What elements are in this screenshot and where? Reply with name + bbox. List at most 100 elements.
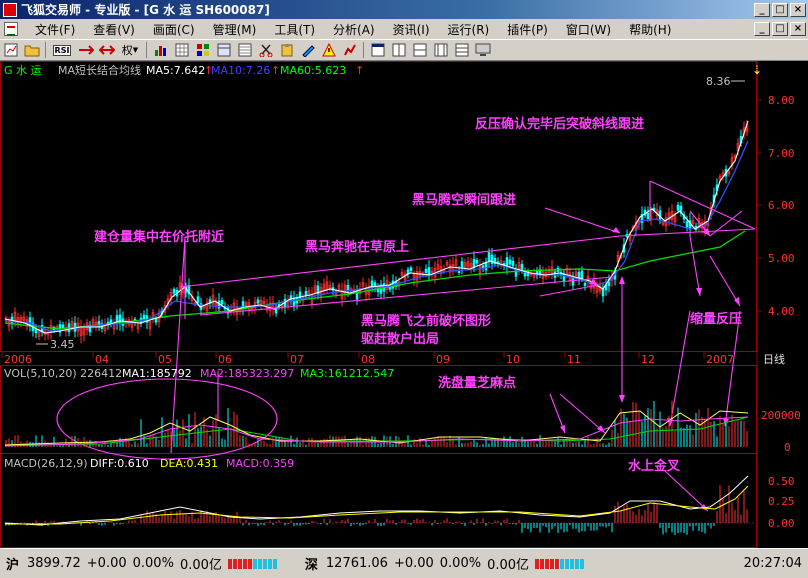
split-h-icon[interactable] <box>411 42 428 59</box>
swap-icon[interactable] <box>77 42 94 59</box>
candle-body <box>505 257 509 267</box>
sz-label: 深 <box>304 558 318 573</box>
candle-body <box>487 252 491 262</box>
folder-icon[interactable] <box>23 42 40 59</box>
candle-body <box>118 314 122 324</box>
volume-label: VOL(5,10,20) 226412 <box>4 367 122 380</box>
monitor-icon[interactable] <box>474 42 491 59</box>
close-button[interactable]: × <box>790 2 806 17</box>
macd-dea-line <box>5 485 749 525</box>
candle-body <box>571 277 575 286</box>
menu-plugins[interactable]: 插件(P) <box>498 21 557 38</box>
y-axis-label: 6.00 <box>768 199 795 212</box>
candle-body <box>508 259 512 265</box>
menu-manage[interactable]: 管理(M) <box>204 21 266 38</box>
candle-body <box>409 267 413 271</box>
vol-ma2: MA2:185323.297 <box>200 367 294 380</box>
draw-icon[interactable] <box>299 42 316 59</box>
arrows-icon[interactable] <box>98 42 115 59</box>
child-restore-button[interactable]: □ <box>772 22 788 36</box>
compare-icon[interactable] <box>432 42 449 59</box>
menu-run[interactable]: 运行(R) <box>439 21 499 38</box>
macd-diff-line <box>4 475 749 526</box>
time-label: 12 <box>641 353 655 366</box>
candle-body <box>520 264 524 270</box>
pattern-icon[interactable] <box>453 42 470 59</box>
maximize-button[interactable]: □ <box>772 2 788 17</box>
chart-icon[interactable] <box>2 42 19 59</box>
annotation-gap: 黑马腾空瞬间跟进 <box>412 192 516 208</box>
time-label: 06 <box>218 353 232 366</box>
document-icon[interactable] <box>4 22 18 36</box>
split-v-icon[interactable] <box>390 42 407 59</box>
macd-label: MACD(26,12,9) <box>4 457 88 470</box>
macd-axis-label: 0.00 <box>768 517 795 530</box>
menu-view[interactable]: 查看(V) <box>84 21 144 38</box>
candle-body <box>583 282 587 286</box>
sh-change: +0.00 <box>86 556 127 571</box>
separator <box>45 42 46 58</box>
time-label: 07 <box>290 353 304 366</box>
candle-body <box>61 324 65 328</box>
menu-analysis[interactable]: 分析(A) <box>324 21 384 38</box>
menu-tools[interactable]: 工具(T) <box>265 21 324 38</box>
bar-chart-icon[interactable] <box>152 42 169 59</box>
sz-pct: 0.00% <box>439 556 482 571</box>
sh-index: 3899.72 <box>27 556 81 571</box>
annotation-position: 建仓量集中在价托附近 <box>94 229 224 245</box>
menu-window[interactable]: 窗口(W) <box>557 21 620 38</box>
rights-dropdown[interactable]: 权 ▼ <box>119 42 141 59</box>
annotation-shrink: 缩量反压 <box>690 311 742 327</box>
macd-axis-label: 0.50 <box>768 475 795 488</box>
time-label: 04 <box>95 353 109 366</box>
candle-body <box>523 272 527 277</box>
stock-chart[interactable]: G 水 运 MA短长结合均线 MA5:7.642 ↑ MA10:7.26 ↑ M… <box>0 61 808 548</box>
time-label: 10 <box>506 353 520 366</box>
sz-breadth-bars <box>535 558 585 569</box>
time-label: 2007 <box>706 353 734 366</box>
chart-style-icon[interactable] <box>341 42 358 59</box>
time-label: 11 <box>567 353 581 366</box>
annotation-wash-volume: 洗盘量芝麻点 <box>438 375 516 391</box>
ma60-value: MA60:5.623 <box>280 64 346 77</box>
cut-icon[interactable] <box>257 42 274 59</box>
y-axis-label: 7.00 <box>768 147 795 160</box>
layout-icon[interactable] <box>215 42 232 59</box>
annotation-golden-cross: 水上金叉 <box>628 458 681 474</box>
menu-screen[interactable]: 画面(C) <box>144 21 204 38</box>
price-panel-border <box>0 61 757 352</box>
candle-body <box>646 212 650 220</box>
window-icon[interactable] <box>369 42 386 59</box>
candle-body <box>196 296 200 303</box>
rsi-icon[interactable]: RSI <box>51 42 73 59</box>
chart-area[interactable]: G 水 运 MA短长结合均线 MA5:7.642 ↑ MA10:7.26 ↑ M… <box>0 61 808 548</box>
menu-help[interactable]: 帮助(H) <box>620 21 680 38</box>
pin-icon[interactable]: ⇣ <box>752 63 762 77</box>
paste-icon[interactable] <box>278 42 295 59</box>
y-axis-label: 4.00 <box>768 305 795 318</box>
menu-info[interactable]: 资讯(I) <box>384 21 439 38</box>
tile-icon[interactable] <box>194 42 211 59</box>
y-axis-label: 5.00 <box>768 252 795 265</box>
child-close-button[interactable]: × <box>790 22 806 36</box>
indicator-name: MA短长结合均线 <box>58 63 141 77</box>
minimize-button[interactable]: _ <box>754 2 770 17</box>
separator <box>146 42 147 58</box>
sh-pct: 0.00% <box>132 556 174 571</box>
alert-icon[interactable] <box>320 42 337 59</box>
macd-diff: DIFF:0.610 <box>90 457 149 470</box>
child-minimize-button[interactable]: _ <box>754 22 770 36</box>
grid-icon[interactable] <box>173 42 190 59</box>
time-label: 05 <box>158 353 172 366</box>
menu-file[interactable]: 文件(F) <box>26 21 84 38</box>
vol-ma1-line <box>4 410 749 446</box>
period-label[interactable]: 日线 <box>763 352 785 366</box>
candle-body <box>304 291 308 296</box>
low-price-label: 3.45 <box>50 338 75 351</box>
macd-dea: DEA:0.431 <box>160 457 218 470</box>
vol-ma3: MA3:161212.547 <box>300 367 394 380</box>
macd-axis-label: 0.25 <box>768 495 795 508</box>
candle-body <box>676 204 680 211</box>
table-icon[interactable] <box>236 42 253 59</box>
app-icon <box>3 2 17 17</box>
